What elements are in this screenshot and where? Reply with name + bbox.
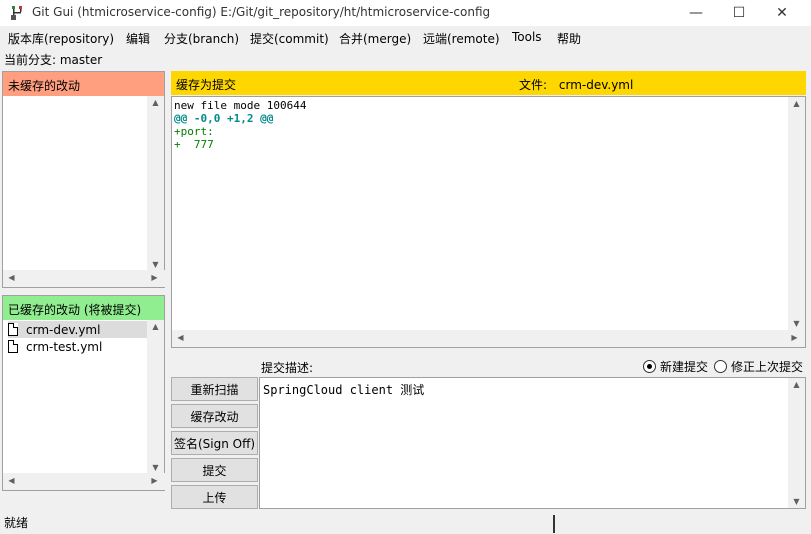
close-icon: ✕ <box>776 5 788 21</box>
new-commit-label: 新建提交 <box>660 360 709 374</box>
menu-remote[interactable]: 远端(remote) <box>423 30 500 47</box>
amend-commit-label: 修正上次提交 <box>731 360 804 374</box>
scroll-down-icon[interactable]: ▼ <box>147 260 164 269</box>
staged-file-item[interactable]: crm-dev.yml <box>8 321 148 338</box>
title-bar[interactable]: Git Gui (htmicroservice-config) E:/Git/g… <box>0 0 811 26</box>
staged-horizontal-scrollbar[interactable]: ◀ ▶ <box>3 473 165 490</box>
scroll-up-icon[interactable]: ▲ <box>788 99 805 108</box>
staged-vertical-scrollbar[interactable]: ▲ ▼ <box>147 320 164 474</box>
current-branch-label: 当前分支: master <box>4 53 103 67</box>
sign-off-button[interactable]: 签名(Sign Off) <box>171 431 258 455</box>
menu-repository[interactable]: 版本库(repository) <box>8 30 114 47</box>
staged-file-name: crm-dev.yml <box>26 322 101 337</box>
diff-file-name: crm-dev.yml <box>558 78 634 92</box>
scroll-up-icon[interactable]: ▲ <box>147 322 164 331</box>
menu-help[interactable]: 帮助 <box>557 30 581 47</box>
status-bar-text: 就绪 <box>4 516 29 530</box>
scroll-up-icon[interactable]: ▲ <box>788 380 805 389</box>
menu-commit[interactable]: 提交(commit) <box>250 30 329 47</box>
new-commit-radio[interactable]: 新建提交 <box>643 358 708 375</box>
status-bar-divider <box>553 515 555 533</box>
amend-commit-radio[interactable]: 修正上次提交 <box>714 358 803 375</box>
scroll-left-icon[interactable]: ◀ <box>3 273 20 282</box>
scroll-up-icon[interactable]: ▲ <box>147 98 164 107</box>
scroll-left-icon[interactable]: ◀ <box>3 476 20 485</box>
diff-file-info: 文件: crm-dev.yml <box>519 76 633 93</box>
diff-line-added: + 777 <box>174 138 214 151</box>
diff-header: 缓存为提交 文件: crm-dev.yml <box>171 71 806 95</box>
unstaged-changes-header: 未缓存的改动 <box>3 72 164 96</box>
diff-line-hunk: @@ -0,0 +1,2 @@ <box>174 112 274 125</box>
minimize-icon: — <box>689 5 703 21</box>
git-gui-app-icon <box>11 6 22 20</box>
menu-merge[interactable]: 合并(merge) <box>339 30 411 47</box>
diff-line-meta: new file mode 100644 <box>174 99 307 112</box>
commit-message-input[interactable]: SpringCloud client 测试 ▲ ▼ <box>259 377 806 509</box>
close-button[interactable]: ✕ <box>759 0 805 26</box>
commit-button[interactable]: 提交 <box>171 458 258 482</box>
menu-edit[interactable]: 编辑 <box>126 30 150 47</box>
unstaged-changes-panel: 未缓存的改动 ▲ ▼ ◀ ▶ <box>2 71 165 288</box>
scroll-down-icon[interactable]: ▼ <box>147 463 164 472</box>
diff-vertical-scrollbar[interactable]: ▲ ▼ <box>788 97 805 330</box>
commit-message-label: 提交描述: <box>261 361 314 375</box>
radio-unselected-icon[interactable] <box>714 360 727 373</box>
unstaged-horizontal-scrollbar[interactable]: ◀ ▶ <box>3 270 165 287</box>
diff-file-label: 文件: <box>519 78 548 92</box>
scroll-right-icon[interactable]: ▶ <box>146 273 163 282</box>
staged-changes-panel: 已缓存的改动 (将被提交) crm-dev.yml crm-test.yml ▲… <box>2 295 165 491</box>
unstaged-vertical-scrollbar[interactable]: ▲ ▼ <box>147 96 164 271</box>
scroll-right-icon[interactable]: ▶ <box>786 333 803 342</box>
maximize-button[interactable]: ☐ <box>716 0 762 26</box>
scroll-right-icon[interactable]: ▶ <box>146 476 163 485</box>
file-icon <box>8 323 18 336</box>
diff-line-added: +port: <box>174 125 214 138</box>
staged-file-name: crm-test.yml <box>26 339 103 354</box>
scroll-down-icon[interactable]: ▼ <box>788 497 805 506</box>
rescan-button[interactable]: 重新扫描 <box>171 377 258 401</box>
window-title: Git Gui (htmicroservice-config) E:/Git/g… <box>32 5 491 19</box>
scroll-left-icon[interactable]: ◀ <box>172 333 189 342</box>
diff-header-label: 缓存为提交 <box>176 78 237 92</box>
maximize-icon: ☐ <box>732 5 746 21</box>
stage-changes-button[interactable]: 缓存改动 <box>171 404 258 428</box>
commit-message-scrollbar[interactable]: ▲ ▼ <box>788 378 805 508</box>
diff-horizontal-scrollbar[interactable]: ◀ ▶ <box>172 330 805 347</box>
menu-bar: 版本库(repository) 编辑 分支(branch) 提交(commit)… <box>0 28 811 48</box>
git-gui-window: Git Gui (htmicroservice-config) E:/Git/g… <box>0 0 811 534</box>
menu-branch[interactable]: 分支(branch) <box>164 30 239 47</box>
menu-tools[interactable]: Tools <box>512 30 542 44</box>
radio-selected-icon[interactable] <box>643 360 656 373</box>
diff-view[interactable]: new file mode 100644 @@ -0,0 +1,2 @@ +po… <box>171 96 806 348</box>
file-icon <box>8 340 18 353</box>
minimize-button[interactable]: — <box>673 0 719 26</box>
commit-message-text: SpringCloud client 测试 <box>263 383 425 397</box>
staged-changes-header: 已缓存的改动 (将被提交) <box>3 296 164 320</box>
push-button[interactable]: 上传 <box>171 485 258 509</box>
scroll-down-icon[interactable]: ▼ <box>788 319 805 328</box>
staged-file-item[interactable]: crm-test.yml <box>8 338 148 355</box>
